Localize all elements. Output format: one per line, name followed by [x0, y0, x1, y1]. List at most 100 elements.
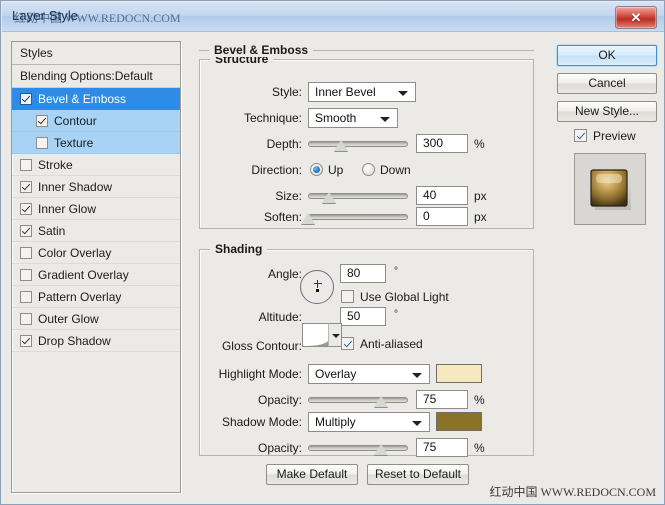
style-enable-checkbox[interactable] — [36, 137, 48, 149]
direction-down-label[interactable]: Down — [380, 163, 411, 177]
preview-thumbnail — [574, 153, 646, 225]
cancel-button[interactable]: Cancel — [557, 73, 657, 94]
sidebar-item-inner-shadow[interactable]: Inner Shadow — [12, 176, 180, 198]
styles-header: Styles — [12, 42, 180, 65]
angle-label: Angle: — [210, 264, 302, 284]
chevron-down-icon — [412, 421, 422, 426]
style-enable-checkbox[interactable] — [20, 181, 32, 193]
chevron-down-icon — [380, 117, 390, 122]
size-slider[interactable] — [308, 189, 408, 203]
style-enable-checkbox[interactable] — [20, 269, 32, 281]
anti-aliased-label[interactable]: Anti-aliased — [360, 337, 423, 351]
altitude-label: Altitude: — [210, 307, 302, 327]
new-style-button[interactable]: New Style... — [557, 101, 657, 122]
make-default-button[interactable]: Make Default — [266, 464, 358, 485]
sidebar-item-outer-glow[interactable]: Outer Glow — [12, 308, 180, 330]
style-enable-checkbox[interactable] — [20, 291, 32, 303]
style-item-label: Inner Glow — [38, 202, 96, 216]
shadow-color-swatch[interactable] — [436, 412, 482, 431]
shading-title: Shading — [210, 242, 267, 256]
use-global-light-checkbox[interactable] — [341, 290, 354, 303]
structure-group: Structure Style: Inner Bevel Technique: … — [199, 59, 534, 229]
style-enable-checkbox[interactable] — [20, 93, 32, 105]
chevron-down-icon — [332, 334, 340, 338]
soften-slider-thumb[interactable] — [301, 213, 315, 224]
shadow-opacity-input[interactable]: 75 — [416, 438, 468, 457]
direction-up-label[interactable]: Up — [328, 163, 343, 177]
shadow-opacity-thumb[interactable] — [374, 444, 388, 455]
shadow-mode-select[interactable]: Multiply — [308, 412, 430, 432]
style-enable-checkbox[interactable] — [20, 313, 32, 325]
soften-slider[interactable] — [308, 210, 408, 224]
angle-dial[interactable] — [300, 270, 334, 304]
style-item-label: Satin — [38, 224, 65, 238]
altitude-unit: ° — [394, 305, 398, 325]
style-item-label: Pattern Overlay — [38, 290, 121, 304]
sidebar-item-color-overlay[interactable]: Color Overlay — [12, 242, 180, 264]
size-slider-thumb[interactable] — [322, 192, 336, 203]
sidebar-item-inner-glow[interactable]: Inner Glow — [12, 198, 180, 220]
depth-label: Depth: — [210, 134, 302, 154]
style-item-label: Contour — [54, 114, 97, 128]
section-title: Bevel & Emboss — [209, 43, 313, 57]
direction-label: Direction: — [210, 160, 302, 180]
depth-slider-thumb[interactable] — [334, 140, 348, 151]
sidebar-item-drop-shadow[interactable]: Drop Shadow — [12, 330, 180, 352]
highlight-mode-select[interactable]: Overlay — [308, 364, 430, 384]
soften-input[interactable]: 0 — [416, 207, 468, 226]
sidebar-item-texture[interactable]: Texture — [12, 132, 180, 154]
close-button[interactable]: ✕ — [615, 6, 657, 29]
technique-select[interactable]: Smooth — [308, 108, 398, 128]
style-item-label: Gradient Overlay — [38, 268, 129, 282]
reset-to-default-button[interactable]: Reset to Default — [367, 464, 469, 485]
soften-slider-track — [308, 214, 408, 220]
shadow-opacity-label: Opacity: — [210, 438, 302, 458]
layer-style-dialog: 红动中国 WWW.REDOCN.COM Layer Style ✕ Styles… — [0, 0, 665, 505]
angle-input[interactable]: 80 — [340, 264, 386, 283]
sidebar-item-gradient-overlay[interactable]: Gradient Overlay — [12, 264, 180, 286]
shadow-opacity-unit: % — [474, 438, 485, 458]
highlight-opacity-slider[interactable] — [308, 393, 408, 407]
chevron-down-icon — [398, 91, 408, 96]
altitude-input[interactable]: 50 — [340, 307, 386, 326]
technique-label: Technique: — [210, 108, 302, 128]
depth-slider[interactable] — [308, 137, 408, 151]
direction-up-radio[interactable] — [310, 163, 323, 176]
window-title: Layer Style — [12, 8, 78, 23]
highlight-opacity-thumb[interactable] — [374, 396, 388, 407]
preview-label[interactable]: Preview — [593, 129, 636, 143]
style-enable-checkbox[interactable] — [20, 335, 32, 347]
direction-down-radio[interactable] — [362, 163, 375, 176]
gloss-contour-dropdown-button[interactable] — [328, 323, 342, 347]
style-select-value: Inner Bevel — [315, 85, 376, 99]
highlight-color-swatch[interactable] — [436, 364, 482, 383]
style-item-label: Bevel & Emboss — [38, 92, 126, 106]
size-unit: px — [474, 186, 487, 206]
size-input[interactable]: 40 — [416, 186, 468, 205]
sidebar-item-contour[interactable]: Contour — [12, 110, 180, 132]
style-enable-checkbox[interactable] — [20, 247, 32, 259]
shadow-opacity-slider[interactable] — [308, 441, 408, 455]
shadow-mode-label: Shadow Mode: — [200, 412, 302, 432]
preview-checkbox[interactable] — [574, 129, 587, 142]
sidebar-item-stroke[interactable]: Stroke — [12, 154, 180, 176]
style-select[interactable]: Inner Bevel — [308, 82, 416, 102]
shadow-mode-value: Multiply — [315, 415, 356, 429]
angle-dial-handle[interactable] — [316, 289, 319, 292]
style-enable-checkbox[interactable] — [20, 225, 32, 237]
highlight-opacity-input[interactable]: 75 — [416, 390, 468, 409]
use-global-light-label[interactable]: Use Global Light — [360, 290, 449, 304]
highlight-mode-value: Overlay — [315, 367, 356, 381]
styles-panel: Styles Blending Options:Default Bevel & … — [11, 41, 181, 493]
anti-aliased-checkbox[interactable] — [341, 337, 354, 350]
sidebar-item-blending-options[interactable]: Blending Options:Default — [12, 65, 180, 88]
ok-button[interactable]: OK — [557, 45, 657, 66]
style-enable-checkbox[interactable] — [20, 203, 32, 215]
shading-group: Shading Angle: 80 ° Use Global Light Alt… — [199, 249, 534, 456]
sidebar-item-bevel-emboss[interactable]: Bevel & Emboss — [12, 88, 180, 110]
sidebar-item-pattern-overlay[interactable]: Pattern Overlay — [12, 286, 180, 308]
style-enable-checkbox[interactable] — [36, 115, 48, 127]
sidebar-item-satin[interactable]: Satin — [12, 220, 180, 242]
style-enable-checkbox[interactable] — [20, 159, 32, 171]
depth-input[interactable]: 300 — [416, 134, 468, 153]
